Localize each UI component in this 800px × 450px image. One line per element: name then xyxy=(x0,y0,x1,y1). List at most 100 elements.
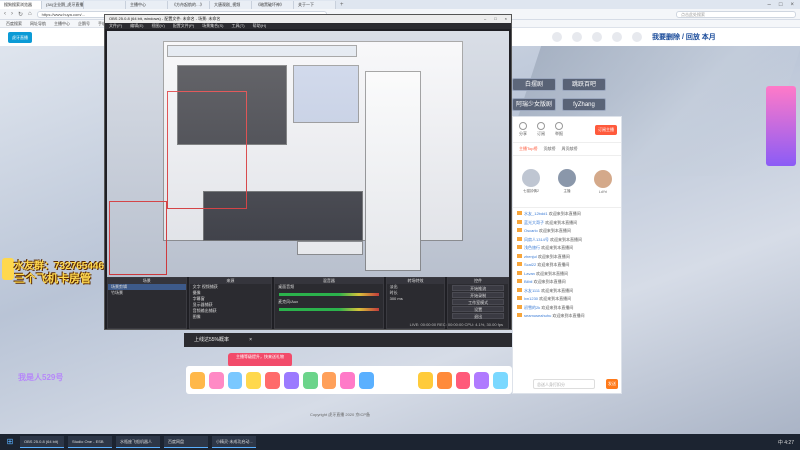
browser-tab[interactable]: 关于一下 xyxy=(294,1,336,9)
subscribe-button[interactable]: 订阅 xyxy=(537,122,545,137)
menu-item[interactable]: 帮助(H) xyxy=(253,23,267,29)
chat-user[interactable]: Lavan xyxy=(524,271,535,276)
minimize-icon[interactable]: – xyxy=(768,2,771,8)
windows-start-icon[interactable]: ⊞ xyxy=(4,437,16,447)
selection-box[interactable] xyxy=(109,201,167,275)
home-icon[interactable]: ⌂ xyxy=(28,11,32,17)
maximize-icon[interactable]: □ xyxy=(494,15,496,23)
obs-preview[interactable] xyxy=(107,31,509,277)
gift-icon[interactable] xyxy=(283,371,299,389)
gift-icon[interactable] xyxy=(455,371,471,389)
gift-icon[interactable] xyxy=(302,371,318,389)
selection-box[interactable] xyxy=(167,91,247,209)
menu-item[interactable]: 配置文件(P) xyxy=(173,23,194,29)
menu-item[interactable]: 编辑(E) xyxy=(130,23,143,29)
maximize-icon[interactable]: □ xyxy=(779,2,783,8)
browser-tab[interactable]: 大唐观剧_视频 xyxy=(210,1,252,9)
side-activity-widget[interactable] xyxy=(766,86,796,166)
audio-meter[interactable] xyxy=(279,293,379,296)
send-button[interactable]: 发送 xyxy=(606,379,618,389)
close-icon[interactable]: × xyxy=(249,333,252,347)
chat-user[interactable]: 初雪的2k xyxy=(524,305,540,310)
menu-item[interactable]: 视图(V) xyxy=(151,23,164,29)
duration-input[interactable]: 300 ms xyxy=(387,296,445,302)
follow-button[interactable]: 订阅主播 xyxy=(595,124,617,135)
browser-tab[interactable]: 搜狗搜索浏览器 xyxy=(0,1,42,9)
fan-item[interactable]: 七猫钟情2 xyxy=(522,169,540,194)
forward-icon[interactable]: › xyxy=(11,11,13,17)
chat-user[interactable]: seamuseahuhu xyxy=(524,313,551,318)
gift-icon[interactable] xyxy=(190,371,205,389)
chat-user[interactable]: 浅色旅行 xyxy=(524,245,540,250)
exit-button[interactable]: 退出 xyxy=(452,313,504,319)
fan-item[interactable]: 主播 xyxy=(558,169,576,194)
browser-tab[interactable] xyxy=(84,1,126,9)
channel-button[interactable]: 跳跃百吧 xyxy=(562,78,606,91)
gift-icon[interactable] xyxy=(417,371,433,389)
gift-icon[interactable] xyxy=(208,371,224,389)
gift-icon[interactable] xyxy=(474,371,490,389)
refresh-icon[interactable]: ↻ xyxy=(18,11,23,18)
close-icon[interactable]: × xyxy=(790,2,794,8)
chat-user[interactable]: Oscarlo xyxy=(524,228,538,233)
browser-tab[interactable]: 《方舟起航的…》 xyxy=(168,1,210,9)
scene-item[interactable]: 竹场景 xyxy=(108,290,186,296)
gift-icon[interactable] xyxy=(436,371,452,389)
avatar[interactable] xyxy=(632,32,642,42)
start-streaming-button[interactable]: 开始推流 xyxy=(452,285,504,291)
menu-item[interactable]: 工具(T) xyxy=(231,23,244,29)
tab-contribution[interactable]: 贡献榜 xyxy=(543,146,555,152)
gift-icon[interactable] xyxy=(493,371,508,389)
menu-item[interactable]: 场景集合(S) xyxy=(202,23,223,29)
message-icon[interactable] xyxy=(592,32,602,42)
chat-user[interactable]: 蓝光大哥子 xyxy=(524,220,544,225)
gift-icon[interactable] xyxy=(321,371,337,389)
taskbar-item[interactable]: 水瓶座飞船机器人 xyxy=(116,436,160,448)
browser-tab[interactable]: 《暗黑破坏神》 xyxy=(252,1,294,9)
share-button[interactable]: 分享 xyxy=(519,122,527,137)
tab-weekly[interactable]: 周贡献榜 xyxy=(561,146,577,152)
gift-icon[interactable] xyxy=(246,371,262,389)
taskbar-item[interactable]: OBS 25.0.8 (64 bit) xyxy=(20,436,64,448)
fan-item[interactable]: LdYri xyxy=(594,169,612,194)
audio-meter[interactable] xyxy=(279,308,379,311)
chat-user[interactable]: zhenjul xyxy=(524,254,537,259)
report-button[interactable]: 举报 xyxy=(555,122,563,137)
taskbar-item[interactable]: 小精灵·未成功启动... xyxy=(212,436,256,448)
chat-user[interactable]: 风扇人1314号 xyxy=(524,237,549,242)
gift-icon[interactable] xyxy=(265,371,280,389)
bookmark-item[interactable]: 百度搜索 xyxy=(6,21,22,27)
close-icon[interactable]: × xyxy=(505,15,507,23)
source-item[interactable]: 图像 xyxy=(190,314,272,320)
tab-top[interactable]: 主播Top榜 xyxy=(519,146,537,152)
bookmark-item[interactable]: 企鹅号 xyxy=(78,21,90,27)
chat-user[interactable]: Scal22 xyxy=(524,262,536,267)
search-input[interactable]: 点击此处搜索 xyxy=(676,10,796,18)
chat-user[interactable]: 水友_12bdd1 xyxy=(524,211,548,216)
taskbar-item[interactable]: 百度网盘 xyxy=(164,436,208,448)
download-icon[interactable] xyxy=(572,32,582,42)
gift-icon[interactable] xyxy=(359,371,374,389)
new-tab-icon[interactable]: + xyxy=(336,2,348,8)
channel-button[interactable]: fyZhang xyxy=(562,98,606,111)
bookmark-item[interactable]: 主播中心 xyxy=(54,21,70,27)
chat-user[interactable]: Bilbil xyxy=(524,279,532,284)
menu-item[interactable]: 文件(F) xyxy=(109,23,122,29)
site-logo[interactable]: 虎牙直播 xyxy=(8,31,32,43)
chat-input[interactable]: 总送人身打扣分 xyxy=(533,379,595,389)
taskbar-item[interactable]: Studio One - ESB xyxy=(68,436,112,448)
studio-mode-button[interactable]: 工作室模式 xyxy=(452,299,504,305)
browser-tab[interactable]: (34)企业鹅_虎牙直播 xyxy=(42,1,84,9)
back-icon[interactable]: ‹ xyxy=(4,11,6,17)
browser-tab[interactable]: 主播中心 xyxy=(126,1,168,9)
upload-icon[interactable] xyxy=(612,32,622,42)
chat-user[interactable]: 水友1111 xyxy=(524,288,540,293)
channel-button[interactable]: 白摆剧 xyxy=(512,78,556,91)
gift-icon[interactable] xyxy=(340,371,356,389)
gift-icon[interactable] xyxy=(227,371,243,389)
settings-button[interactable]: 设置 xyxy=(452,306,504,312)
chat-user[interactable]: lxn1230 xyxy=(524,296,538,301)
channel-button[interactable]: 阿瑞少女版剧 xyxy=(512,98,556,111)
history-icon[interactable] xyxy=(552,32,562,42)
minimize-icon[interactable]: – xyxy=(484,15,486,23)
